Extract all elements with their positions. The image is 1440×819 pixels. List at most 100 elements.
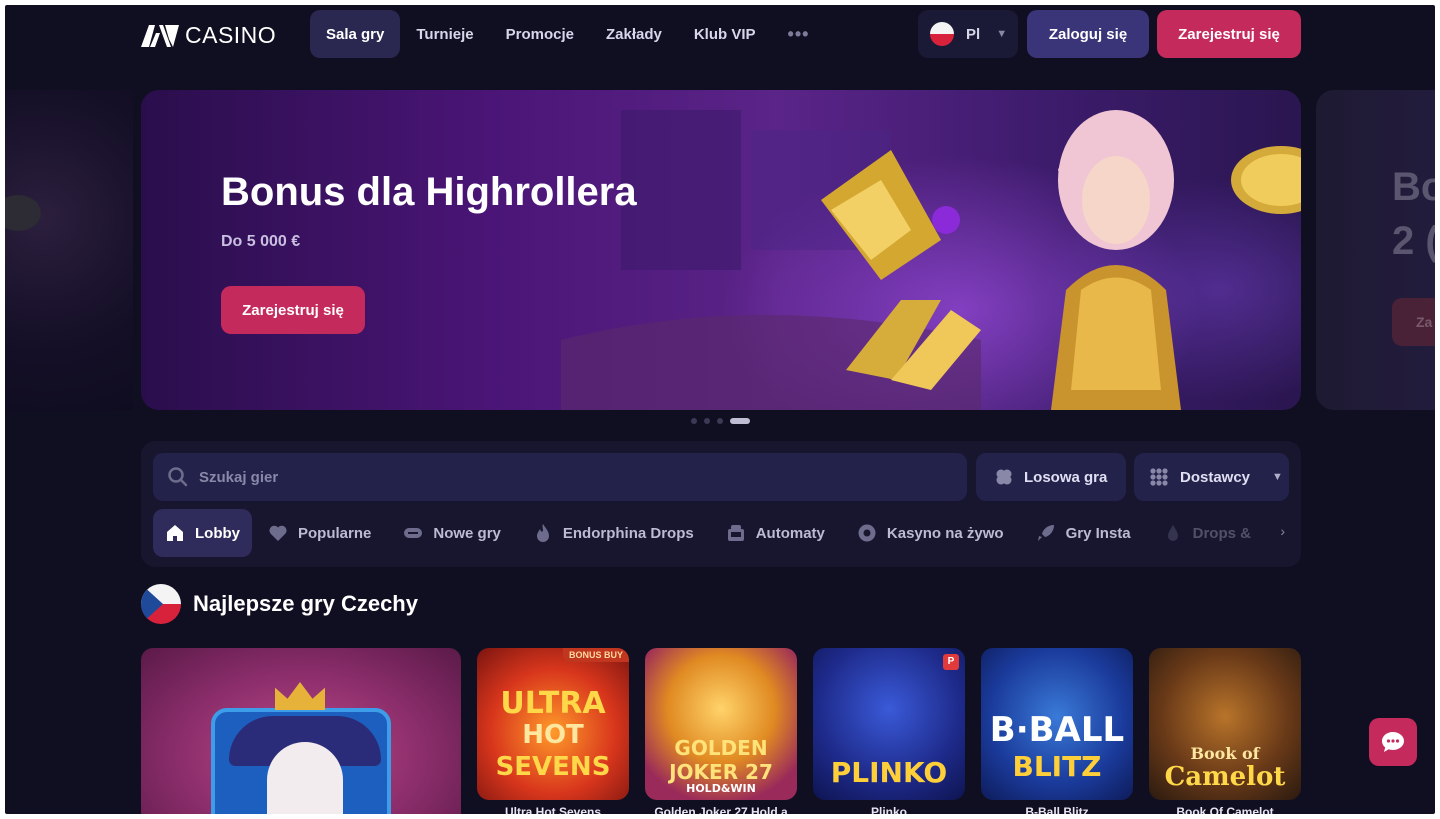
banner-register-button[interactable]: Zarejestruj się <box>221 286 365 334</box>
game-title: B-Ball Blitz <box>1025 805 1089 814</box>
game-art-text: SEVENS <box>495 752 611 782</box>
game-art-text: PLINKO <box>830 756 948 789</box>
chevron-down-icon: ▼ <box>1272 471 1283 483</box>
game-art-text: B·BALL <box>989 710 1125 750</box>
category-tab-popularne[interactable]: Popularne <box>252 509 387 557</box>
game-art-text: BLITZ <box>1012 750 1102 783</box>
banner-vip-artwork <box>561 110 1301 410</box>
language-label: Pl <box>966 25 981 43</box>
game-title: Plinko <box>870 805 907 814</box>
flame-icon <box>536 524 549 542</box>
category-tab-nowe-gry[interactable]: Nowe gry <box>387 509 517 557</box>
promo-banner[interactable]: Bonus dla Highrollera Do 5 000 € Zarejes… <box>141 90 1301 410</box>
heart-icon <box>269 525 287 541</box>
category-tab-endorphina-drops[interactable]: Endorphina Drops <box>517 509 710 557</box>
providers-label: Dostawcy <box>1180 468 1251 486</box>
game-art-text: ULTRA <box>500 686 606 721</box>
next-slide-button: Za <box>1392 298 1435 346</box>
chevron-right-icon[interactable]: › <box>1280 523 1285 539</box>
jester-artwork <box>211 708 391 814</box>
category-tab-kasyno-na-zywo[interactable]: Kasyno na żywo <box>841 509 1020 557</box>
providers-dropdown[interactable]: Dostawcy ▼ <box>1134 453 1289 501</box>
next-slide-title: Bo 2 ( <box>1392 165 1435 263</box>
game-tile-book-of-camelot[interactable]: Book of Camelot <box>1149 648 1301 800</box>
language-selector[interactable]: Pl ▼ <box>918 10 1018 58</box>
clover-icon <box>996 469 1012 485</box>
category-label: Endorphina Drops <box>562 524 694 542</box>
providers-grid-icon <box>1150 468 1168 486</box>
game-art-text: HOT <box>522 720 584 750</box>
carousel-dots <box>691 418 750 424</box>
section-title: Najlepsze gry Czechy <box>193 591 418 616</box>
game-tile-b-ball-blitz[interactable]: B·BALL BLITZ <box>981 648 1133 800</box>
register-button[interactable]: Zarejestruj się <box>1157 10 1301 58</box>
carousel-dot[interactable] <box>691 418 697 424</box>
next-slide-peek[interactable]: Bo 2 ( Za <box>1316 90 1435 410</box>
main-nav: Sala gry Turnieje Promocje Zakłady Klub … <box>310 10 825 58</box>
category-tabs: Lobby Popularne Nowe gry Endorphina Drop… <box>153 509 1289 557</box>
previous-slide-art <box>5 195 41 231</box>
category-label: Nowe gry <box>433 524 501 542</box>
category-tab-drops[interactable]: Drops & <box>1147 509 1267 557</box>
page: CASINO Sala gry Turnieje Promocje Zakład… <box>5 5 1435 814</box>
drops-icon <box>1167 525 1178 541</box>
home-icon <box>167 525 183 541</box>
random-game-button[interactable]: Losowa gra <box>976 453 1126 501</box>
game-art-text: JOKER 27 <box>669 760 773 784</box>
nav-item-promocje[interactable]: Promocje <box>490 10 590 58</box>
rocket-icon <box>1037 525 1054 541</box>
login-button[interactable]: Zaloguj się <box>1027 10 1149 58</box>
category-tab-gry-insta[interactable]: Gry Insta <box>1020 509 1147 557</box>
random-game-label: Losowa gra <box>1024 468 1108 486</box>
category-label: Automaty <box>755 524 825 542</box>
logo-text: CASINO <box>185 22 277 48</box>
game-title: Golden Joker 27 Hold a <box>654 805 788 814</box>
carousel-dot-active[interactable] <box>730 418 750 424</box>
game-art-text: Camelot <box>1164 762 1286 792</box>
carousel-dot[interactable] <box>704 418 710 424</box>
chevron-down-icon: ▼ <box>996 28 1008 40</box>
new-icon <box>404 528 423 538</box>
bonus-buy-badge: BONUS BUY <box>562 648 629 662</box>
category-tab-lobby[interactable]: Lobby <box>153 509 252 557</box>
crown-icon <box>275 682 325 710</box>
game-title: Book Of Camelot <box>1176 805 1274 814</box>
category-label: Popularne <box>298 524 372 542</box>
featured-game-tile[interactable] <box>141 648 461 814</box>
previous-slide-peek[interactable] <box>5 90 133 410</box>
nav-more-button[interactable]: ••• <box>772 10 826 58</box>
banner-subtitle: Do 5 000 € <box>221 233 301 250</box>
chat-button[interactable] <box>1369 718 1417 766</box>
carousel-dot[interactable] <box>717 418 723 424</box>
chat-bubble-icon <box>1382 732 1404 752</box>
slot-machine-icon <box>727 525 744 541</box>
category-label: Kasyno na żywo <box>886 524 1004 542</box>
game-title: Ultra Hot Sevens <box>504 805 602 814</box>
jester-face <box>267 742 343 814</box>
nav-item-zaklady[interactable]: Zakłady <box>590 10 678 58</box>
game-art-text: Book of <box>1190 744 1260 763</box>
category-tab-automaty[interactable]: Automaty <box>710 509 841 557</box>
game-tile-golden-joker-27[interactable]: GOLDEN JOKER 27 HOLD&WIN <box>645 648 797 800</box>
search-input[interactable] <box>199 468 959 486</box>
search-icon <box>168 467 188 487</box>
banner-title: Bonus dla Highrollera <box>221 170 637 214</box>
poland-flag-icon <box>930 22 954 46</box>
category-label: Drops & <box>1192 524 1251 542</box>
category-label: Lobby <box>195 524 240 542</box>
logo[interactable]: CASINO <box>141 22 276 49</box>
chip-icon <box>858 524 876 542</box>
provider-badge: P <box>943 654 959 670</box>
nav-item-klub-vip[interactable]: Klub VIP <box>678 10 772 58</box>
nav-item-sala-gry[interactable]: Sala gry <box>310 10 401 58</box>
logo-mark-icon <box>141 24 179 47</box>
game-art-text: HOLD&WIN <box>686 782 756 795</box>
czech-flag-icon <box>141 584 181 624</box>
game-art-text: GOLDEN <box>674 736 768 760</box>
category-label: Gry Insta <box>1065 524 1131 542</box>
game-tile-ultra-hot-sevens[interactable]: BONUS BUY ULTRA HOT SEVENS <box>477 648 629 800</box>
nav-item-turnieje[interactable]: Turnieje <box>400 10 489 58</box>
search-box[interactable] <box>153 453 967 501</box>
game-filter-panel: Losowa gra Dostawcy ▼ Lobby Popularne No <box>141 441 1301 567</box>
game-tile-plinko[interactable]: P PLINKO <box>813 648 965 800</box>
